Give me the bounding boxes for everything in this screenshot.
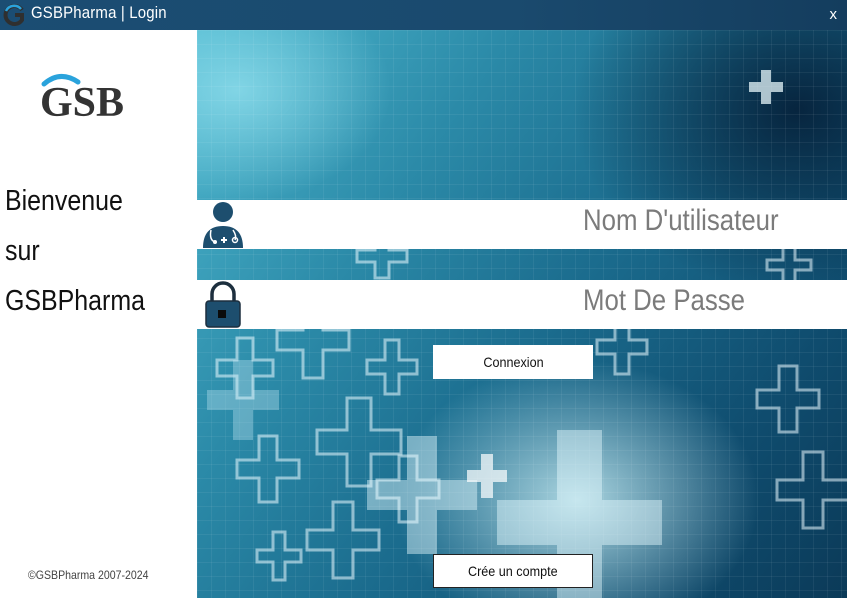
left-panel: GSB Bienvenue sur GSBPharma ©GSBPharma 2…: [0, 30, 197, 598]
copyright-text: ©GSBPharma 2007-2024: [28, 568, 149, 582]
logo-text: GSB: [40, 80, 124, 126]
welcome-line-1: Bienvenue: [5, 185, 123, 217]
login-button[interactable]: Connexion: [433, 345, 593, 379]
welcome-line-3: GSBPharma: [5, 285, 146, 317]
username-input[interactable]: [257, 200, 837, 249]
close-button[interactable]: x: [830, 6, 838, 23]
welcome-line-2: sur: [5, 235, 40, 267]
signup-button-label: Crée un compte: [468, 563, 558, 579]
password-input[interactable]: [257, 280, 837, 329]
login-button-label: Connexion: [482, 354, 544, 370]
username-row: Nom D'utilisateur: [197, 200, 847, 249]
padlock-icon: [205, 281, 241, 328]
login-window: GSBPharma | Login x GSB Bienvenue sur GS…: [0, 0, 847, 598]
doctor-user-icon: [203, 202, 243, 248]
password-row: Mot De Passe: [197, 280, 847, 329]
signup-button[interactable]: Crée un compte: [433, 554, 593, 588]
gsb-logo: GSB: [40, 74, 124, 126]
gsb-logo-icon: [3, 4, 24, 26]
title-bar[interactable]: GSBPharma | Login x: [0, 0, 847, 30]
window-title: GSBPharma | Login: [31, 3, 167, 22]
